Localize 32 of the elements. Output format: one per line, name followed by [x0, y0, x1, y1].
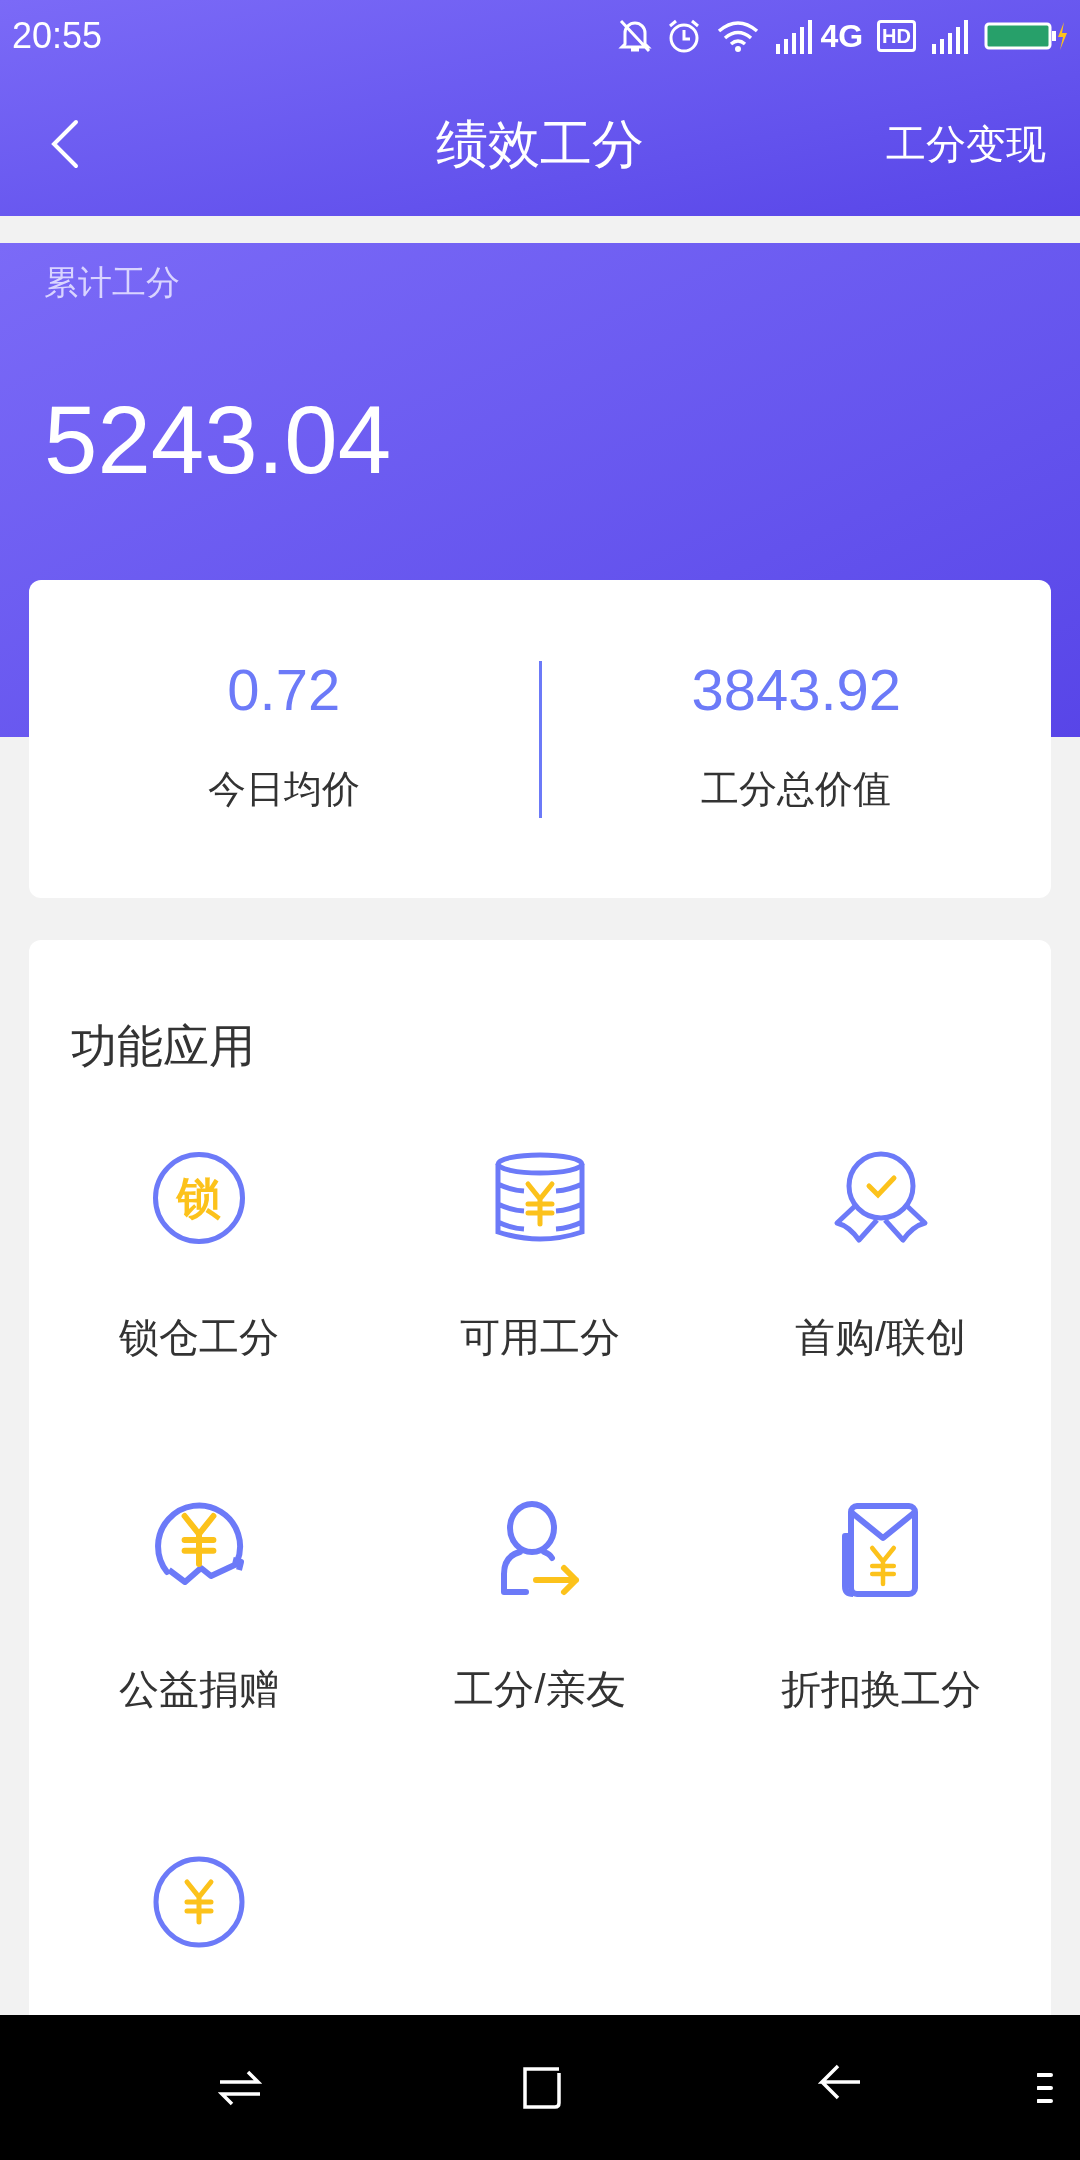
function-label: 首购/联创	[795, 1314, 967, 1361]
battery-icon	[984, 20, 1068, 52]
function-label: 公益捐赠	[119, 1666, 280, 1713]
status-time: 20:55	[12, 14, 103, 58]
function-item[interactable]: 折扣换工分	[710, 1485, 1051, 1837]
function-item[interactable]: 工分/亲友	[369, 1485, 711, 1837]
menu-icon[interactable]	[1037, 2071, 1053, 2104]
stat-label: 今日均价	[207, 766, 360, 812]
signal-icon	[930, 18, 970, 54]
stat-value: 0.72	[227, 660, 341, 719]
coin-icon: 锁	[153, 1152, 246, 1244]
function-label: 折扣换工分	[780, 1666, 981, 1713]
function-label: 可用工分	[460, 1314, 620, 1361]
function-item[interactable]: 锁 锁仓工分	[29, 1133, 370, 1485]
signal-icon	[774, 18, 815, 54]
section-title: 功能应用	[71, 1019, 255, 1074]
network-label: 4G	[820, 17, 864, 56]
function-item[interactable]: 公益捐赠	[29, 1485, 370, 1837]
redeem-link[interactable]: 工分变现	[886, 114, 1046, 174]
stat-label: 工分总价值	[701, 766, 892, 812]
page-title: 绩效工分	[436, 114, 644, 175]
total-label: 累计工分	[44, 262, 181, 303]
wifi-icon	[716, 19, 761, 53]
total-value: 5243.04	[44, 392, 392, 488]
stat-value: 3843.92	[691, 660, 902, 719]
hd-badge: HD	[877, 20, 916, 52]
back-icon	[50, 118, 80, 170]
function-label: 工分/亲友	[454, 1666, 626, 1713]
function-label: 锁仓工分	[119, 1314, 280, 1361]
function-item[interactable]: 首购/联创	[710, 1133, 1051, 1485]
function-item[interactable]: 可用工分	[369, 1133, 711, 1485]
bell-off-icon	[618, 18, 653, 54]
